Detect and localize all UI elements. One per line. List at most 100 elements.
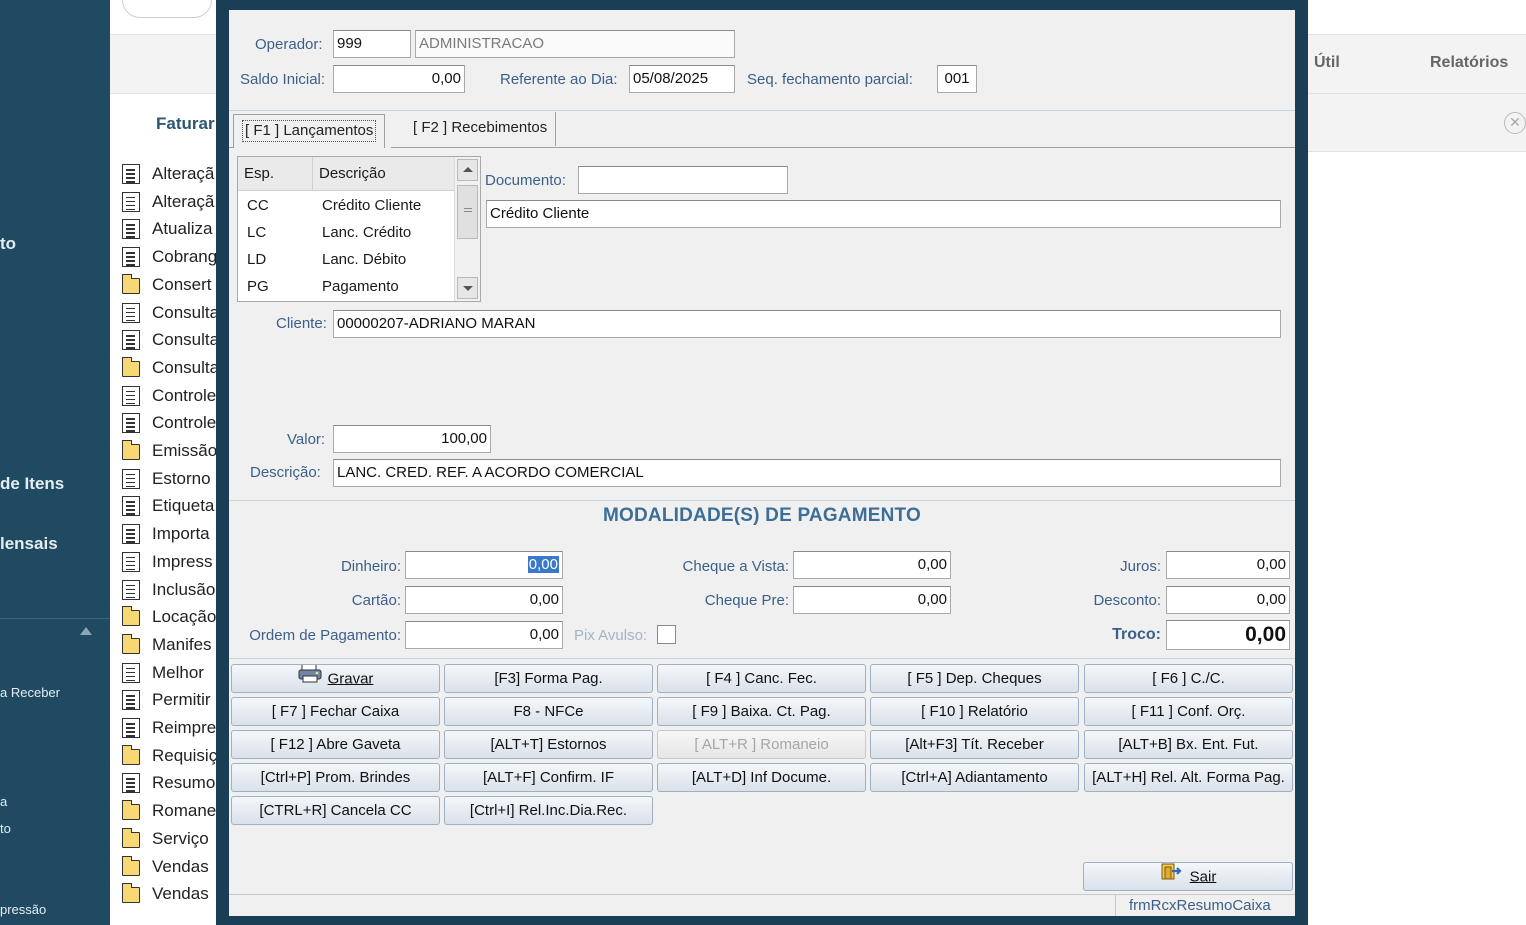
valor-field[interactable]: 100,00 [333,425,491,453]
relatorio-button[interactable]: [ F10 ] Relatório [870,697,1079,726]
col-esp-header[interactable]: Esp. [244,165,274,182]
dinheiro-field[interactable]: 0,00 [405,551,563,579]
sidebar-divider [0,618,110,619]
nfce-button[interactable]: F8 - NFCe [444,697,653,726]
menu-item[interactable]: Cobrang [122,245,217,269]
abre-gaveta-button[interactable]: [ F12 ] Abre Gaveta [231,730,440,759]
prom-brindes-button[interactable]: [Ctrl+P] Prom. Brindes [231,763,440,792]
menu-item[interactable]: Consulta [121,356,219,380]
cheque-vista-field[interactable]: 0,00 [793,551,951,579]
list-item[interactable]: LD Lanc. Débito [238,247,454,274]
menu-item[interactable]: Consert [121,273,212,297]
menu-item[interactable]: Serviço [121,827,209,851]
menu-item[interactable]: Reimpre [122,716,216,740]
collapse-up-icon[interactable] [80,627,92,635]
section-divider [229,500,1295,501]
tab-lancamentos[interactable]: [ F1 ] Lançamentos [233,114,386,148]
adiantamento-button[interactable]: [Ctrl+A] Adiantamento [870,763,1079,792]
list-item[interactable]: PG Pagamento [238,274,454,301]
menu-item[interactable]: Vendas [121,882,209,906]
col-descricao-header[interactable]: Descrição [319,165,386,182]
menu-item[interactable]: Alteraçã [122,162,214,186]
cartao-field[interactable]: 0,00 [405,586,563,614]
juros-field[interactable]: 0,00 [1166,551,1290,579]
menu-item[interactable]: Permitir [122,688,211,712]
menu-item[interactable]: Controle [122,411,216,435]
operador-code-field[interactable]: 999 [333,30,411,58]
menu-item[interactable]: Locação [121,605,216,629]
tab-util[interactable]: Útil [1314,54,1340,72]
especie-listbox[interactable]: Esp. Descrição CC Crédito Cliente LC Lan… [237,156,481,302]
sair-button[interactable]: Sair [1083,862,1293,891]
scroll-thumb[interactable] [457,185,478,239]
tab-relatorios[interactable]: Relatórios [1430,54,1508,72]
fechar-caixa-button[interactable]: [ F7 ] Fechar Caixa [231,697,440,726]
search-box[interactable] [122,0,212,18]
estornos-button[interactable]: [ALT+T] Estornos [444,730,653,759]
desconto-field[interactable]: 0,00 [1166,586,1290,614]
pix-avulso-checkbox[interactable] [657,625,676,644]
listbox-header: Esp. Descrição [238,157,454,191]
menu-item[interactable]: Etiqueta [122,494,214,518]
scroll-up-button[interactable] [457,159,478,181]
rel-inc-dia-rec-button[interactable]: [Ctrl+I] Rel.Inc.Dia.Rec. [444,796,653,825]
seq-fechamento-field[interactable]: 001 [937,65,977,93]
rel-alt-forma-pag-button[interactable]: [ALT+H] Rel. Alt. Forma Pag. [1084,763,1293,792]
menu-item[interactable]: Consulta [122,328,219,352]
documento-field[interactable] [578,166,788,194]
conf-orc-button[interactable]: [ F11 ] Conf. Orç. [1084,697,1293,726]
menu-item[interactable]: Consulta [122,301,219,325]
tit-receber-button[interactable]: [Alt+F3] Tít. Receber [870,730,1079,759]
cc-button[interactable]: [ F6 ] C./C. [1084,664,1293,693]
menu-item[interactable]: Inclusão [122,578,215,602]
sidebar-subitem[interactable]: a [0,794,7,809]
menu-item[interactable]: Resumo [122,771,215,795]
document-icon [122,579,140,600]
menu-item[interactable]: Estorno [122,467,211,491]
menu-item[interactable]: Alteraçã [122,190,214,214]
menu-item[interactable]: Vendas [121,855,209,879]
bx-ent-fut-button[interactable]: [ALT+B] Bx. Ent. Fut. [1084,730,1293,759]
menu-item-label: Alteraçã [152,191,215,211]
document-icon [122,302,140,323]
menu-item[interactable]: Impress [122,550,212,574]
gravar-button[interactable]: Gravar [231,664,440,693]
cliente-field[interactable]: 00000207-ADRIANO MARAN [333,310,1281,338]
referente-date-field[interactable]: 05/08/2025 [629,65,735,93]
sidebar-item[interactable]: lensais [0,534,58,554]
menu-item[interactable]: Melhor [122,661,204,685]
menu-item[interactable]: Atualiza [122,217,212,241]
inf-docume-button[interactable]: [ALT+D] Inf Docume. [657,763,866,792]
ordem-pagamento-field[interactable]: 0,00 [405,621,563,649]
menu-item[interactable]: Emissão [121,439,217,463]
listbox-scrollbar[interactable] [454,157,480,301]
saldo-inicial-field[interactable]: 0,00 [333,65,465,93]
baixa-ct-pag-button[interactable]: [ F9 ] Baixa. Ct. Pag. [657,697,866,726]
cheque-pre-field[interactable]: 0,00 [793,586,951,614]
forma-pag-button[interactable]: [F3] Forma Pag. [444,664,653,693]
sidebar-item[interactable]: to [0,234,16,254]
menu-item[interactable]: Requisiç [121,744,217,768]
sidebar-subitem[interactable]: pressão [0,902,46,917]
cancela-cc-button[interactable]: [CTRL+R] Cancela CC [231,796,440,825]
sidebar-item[interactable]: de Itens [0,474,64,494]
menu-item[interactable]: Importa [122,522,210,546]
menu-item-label: Permitir [152,690,211,710]
tab-recebimentos[interactable]: [ F2 ] Recebimentos [405,112,557,146]
close-icon[interactable]: ✕ [1504,112,1526,134]
dep-cheques-button[interactable]: [ F5 ] Dep. Cheques [870,664,1079,693]
folder-icon [121,744,140,765]
list-item[interactable]: CC Crédito Cliente [238,193,454,220]
scroll-down-button[interactable] [457,277,478,299]
confirm-if-button[interactable]: [ALT+F] Confirm. IF [444,763,653,792]
sidebar-subitem[interactable]: to [0,821,11,836]
sidebar-subitem[interactable]: a Receber [0,685,60,700]
printer-save-icon [298,665,322,692]
document-icon [122,496,140,517]
menu-item[interactable]: Manifes [121,633,212,657]
menu-item[interactable]: Romane [121,799,216,823]
descricao-field[interactable]: LANC. CRED. REF. A ACORDO COMERCIAL [333,459,1281,487]
menu-item[interactable]: Controle [122,384,216,408]
canc-fec-button[interactable]: [ F4 ] Canc. Fec. [657,664,866,693]
list-item[interactable]: LC Lanc. Crédito [238,220,454,247]
